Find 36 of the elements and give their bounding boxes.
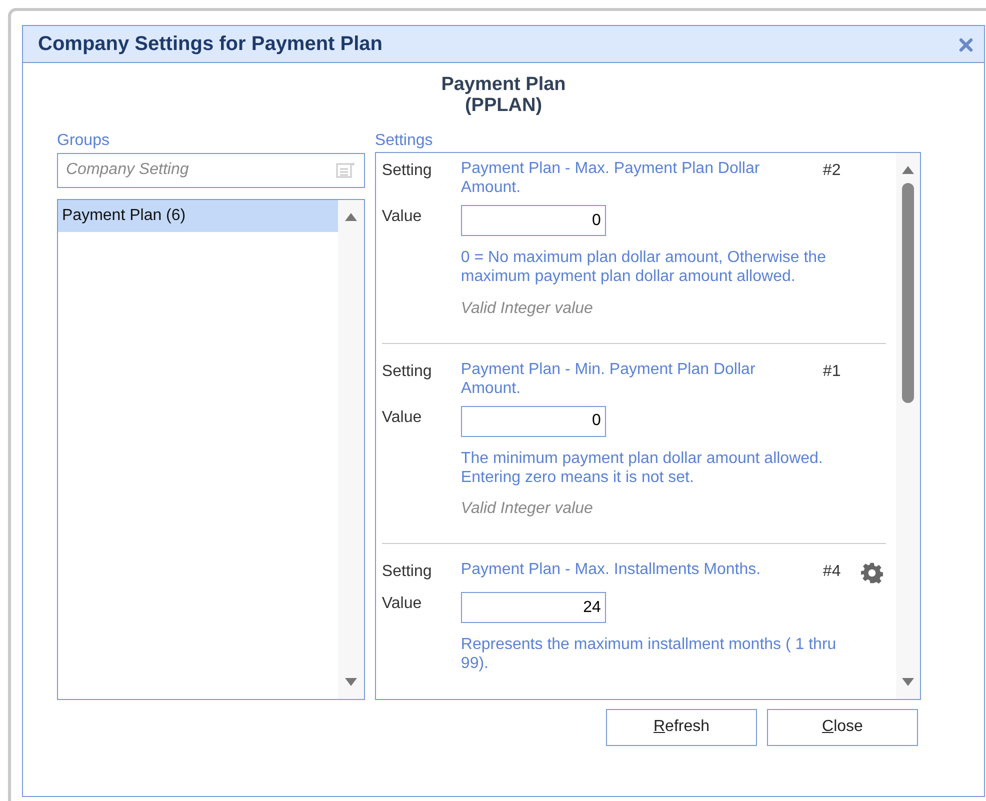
setting-description: Represents the maximum installment months ( 1 thru 99). (460, 635, 838, 674)
value-input[interactable]: 0 (460, 205, 606, 236)
field-label: Value (382, 207, 423, 228)
search-field[interactable]: Company Setting (57, 152, 365, 188)
field-label: Value (382, 408, 423, 428)
setting-name: Payment Plan - Min. Payment Plan Dollar Amount. (460, 360, 756, 398)
window-title: Company Settings for Payment Plan (38, 32, 383, 57)
value-input[interactable]: 24 (460, 592, 606, 624)
setting-description: 0 = No maximum plan dollar amount, Otherwise the maximum payment plan dollar amount allowed. (460, 248, 827, 287)
dialog-button[interactable]: Close (767, 708, 918, 746)
gear-icon[interactable] (860, 562, 883, 584)
scrollbar-thumb[interactable] (902, 182, 914, 403)
field-label: Setting (382, 362, 433, 382)
setting-description: The minimum payment plan dollar amount allowed. Entering zero means it is not set. (460, 448, 824, 488)
header-code: (PPLAN) (464, 96, 544, 117)
setting-number: #2 (822, 160, 842, 181)
field-label: Setting (382, 160, 433, 181)
section-label: Groups (57, 130, 110, 151)
header-title: Payment Plan (440, 75, 567, 96)
setting-number: #4 (822, 562, 842, 582)
section-label: Settings (374, 130, 434, 151)
scroll-up-arrow-icon[interactable] (344, 212, 358, 222)
scroll-up-arrow-icon[interactable] (901, 164, 915, 175)
list-icon (336, 162, 356, 178)
scroll-down-arrow-icon[interactable] (901, 676, 915, 687)
setting-number: #1 (822, 362, 842, 382)
value-input[interactable]: 0 (460, 406, 606, 437)
field-label: Setting (382, 562, 433, 582)
validation-hint: Valid Integer value (460, 499, 594, 520)
setting-name: Payment Plan - Max. Installments Months. (460, 560, 762, 580)
dialog-button[interactable]: Refresh (606, 708, 757, 746)
field-label: Value (382, 594, 423, 614)
setting-name: Payment Plan - Max. Payment Plan Dollar Amount. (460, 158, 761, 198)
group-list-item[interactable]: Payment Plan (6) (58, 200, 338, 232)
validation-hint: Valid Integer value (460, 298, 594, 319)
scroll-down-arrow-icon[interactable] (344, 676, 358, 687)
